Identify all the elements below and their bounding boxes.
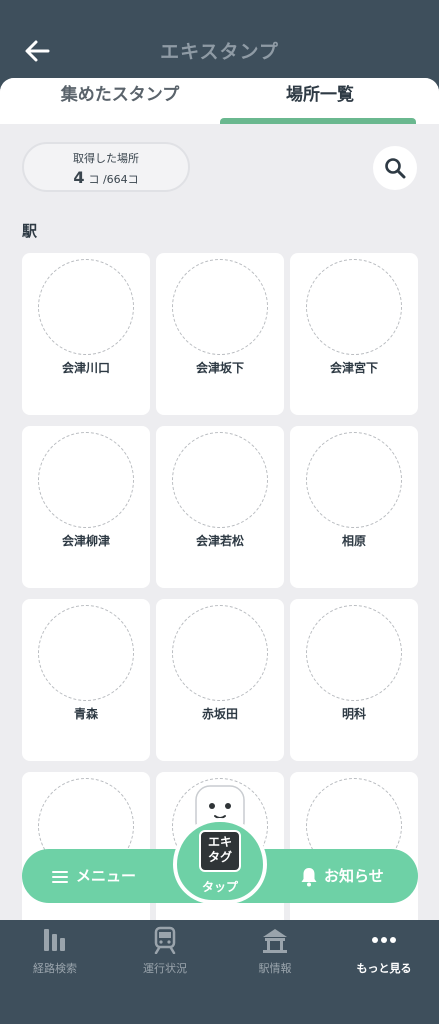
stamp-placeholder (38, 605, 134, 701)
stamp-placeholder (172, 259, 268, 355)
nav-label: 経路検索 (33, 962, 77, 975)
station-icon (263, 929, 287, 953)
nav-label: もっと見る (356, 962, 412, 975)
station-card[interactable]: 青森 (22, 599, 150, 761)
nav-label: 運行状況 (143, 962, 187, 975)
app-header: エキスタンプ (0, 0, 439, 78)
station-card[interactable]: 会津宮下 (290, 253, 418, 415)
acquired-count-label: 取得した場所 (73, 152, 139, 165)
nav-station-info[interactable]: 駅情報 (220, 926, 330, 976)
train-icon (154, 926, 176, 954)
menu-label: メニュー (76, 867, 137, 885)
station-card[interactable]: 会津若松 (156, 426, 284, 588)
active-tab-indicator (220, 118, 416, 124)
tab-collected-stamps[interactable]: 集めたスタンプ (20, 78, 220, 124)
acquired-count-unit: コ (88, 173, 100, 186)
bottom-nav: 経路検索 運行状況 駅情報 もっと見る (0, 920, 439, 1024)
acquired-count-badge: 取得した場所 4コ /664コ (22, 142, 190, 192)
nav-route-search[interactable]: 経路検索 (0, 926, 110, 976)
acquired-count-number: 4 (73, 168, 85, 187)
more-icon (372, 937, 396, 943)
station-name: 赤坂田 (201, 707, 238, 721)
search-icon (385, 158, 406, 179)
station-card[interactable]: 会津柳津 (22, 426, 150, 588)
station-card[interactable]: 赤坂田 (156, 599, 284, 761)
station-card[interactable]: 会津坂下 (156, 253, 284, 415)
station-card[interactable]: 明科 (290, 599, 418, 761)
hamburger-icon (52, 868, 68, 886)
logo-text-line2: タグ (207, 850, 232, 864)
stamp-placeholder (306, 605, 402, 701)
stamp-placeholder (38, 259, 134, 355)
search-button[interactable] (373, 146, 417, 190)
station-name: 会津宮下 (329, 361, 378, 375)
stamp-placeholder (38, 432, 134, 528)
ekitag-logo: エキ タグ (199, 830, 241, 872)
bell-icon (301, 867, 317, 886)
station-name: 会津柳津 (61, 534, 110, 548)
station-name: 青森 (73, 707, 98, 721)
station-card[interactable]: 会津川口 (22, 253, 150, 415)
stamp-placeholder (172, 605, 268, 701)
station-card[interactable]: 相原 (290, 426, 418, 588)
stamp-placeholder (306, 432, 402, 528)
station-name: 会津川口 (61, 361, 110, 375)
notice-button[interactable]: お知らせ (300, 849, 384, 903)
station-name: 会津若松 (195, 534, 244, 548)
menu-button[interactable]: メニュー (52, 849, 136, 903)
route-icon (44, 929, 65, 951)
station-name: 明科 (341, 707, 366, 721)
total-count: /664コ (102, 173, 139, 186)
nav-more[interactable]: もっと見る (329, 926, 439, 976)
stamp-placeholder (172, 432, 268, 528)
section-title-stations: 駅 (22, 222, 38, 240)
tab-bar: 集めたスタンプ 場所一覧 (0, 78, 439, 124)
stamp-placeholder (306, 259, 402, 355)
nav-label: 駅情報 (258, 962, 292, 975)
notice-label: お知らせ (324, 867, 384, 885)
tap-button[interactable]: エキ タグ タップ (173, 818, 267, 904)
station-name: 会津坂下 (195, 361, 244, 375)
tap-label: タップ (201, 880, 238, 894)
nav-service-status[interactable]: 運行状況 (110, 926, 220, 976)
station-name: 相原 (341, 534, 366, 548)
logo-text-line1: エキ (207, 835, 232, 849)
page-title: エキスタンプ (160, 41, 279, 63)
acquired-count-value: 4コ /664コ (24, 168, 188, 187)
